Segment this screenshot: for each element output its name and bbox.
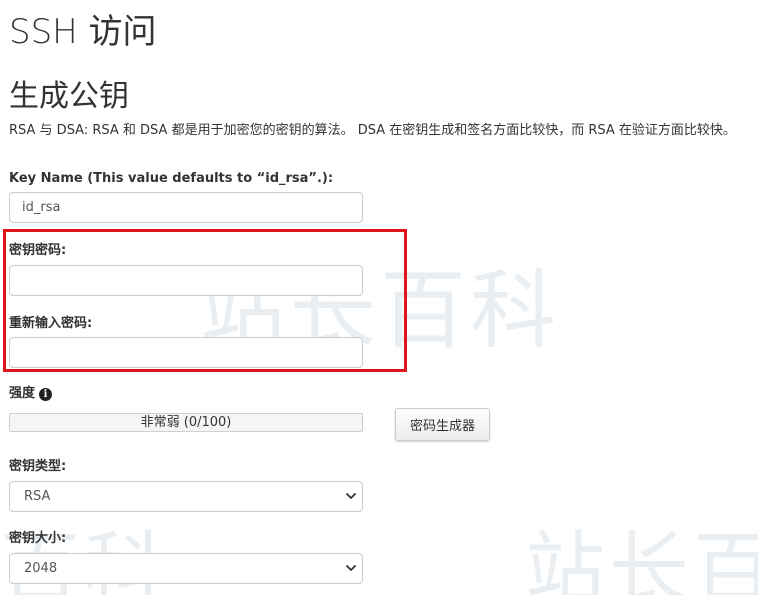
strength-meter: 非常弱 (0/100): [9, 413, 363, 432]
section-title: 生成公钥: [9, 79, 129, 114]
key-size-label: 密钥大小:: [9, 531, 67, 546]
watermark: 站长百: [525, 523, 758, 595]
key-size-selected-value: 2048: [24, 561, 58, 576]
chevron-down-icon: [346, 565, 356, 571]
key-type-select[interactable]: RSA: [9, 481, 363, 512]
page-title: SSH 访问: [9, 12, 157, 52]
key-type-label: 密钥类型:: [9, 459, 67, 474]
key-size-select[interactable]: 2048: [9, 553, 363, 584]
strength-meter-text: 非常弱 (0/100): [140, 415, 232, 430]
algorithm-description: RSA 与 DSA: RSA 和 DSA 都是用于加密您的密钥的算法。 DSA …: [9, 123, 736, 138]
strength-label-row: 强度 i: [9, 386, 53, 402]
password-confirm-label: 重新输入密码:: [9, 316, 93, 331]
info-circle-icon[interactable]: i: [39, 387, 53, 401]
password-generator-button[interactable]: 密码生成器: [395, 408, 490, 441]
strength-label: 强度: [9, 386, 36, 401]
password-label: 密钥密码:: [9, 243, 67, 258]
key-type-selected-value: RSA: [24, 489, 51, 504]
ssh-access-page: 站长百科 百科 站长百 SSH 访问 生成公钥 RSA 与 DSA: RSA 和…: [0, 0, 758, 595]
password-confirm-input[interactable]: [9, 337, 363, 368]
chevron-down-icon: [346, 493, 356, 499]
key-name-input[interactable]: [9, 192, 363, 223]
password-input[interactable]: [9, 265, 363, 296]
key-name-label: Key Name (This value defaults to “id_rsa…: [9, 171, 334, 186]
